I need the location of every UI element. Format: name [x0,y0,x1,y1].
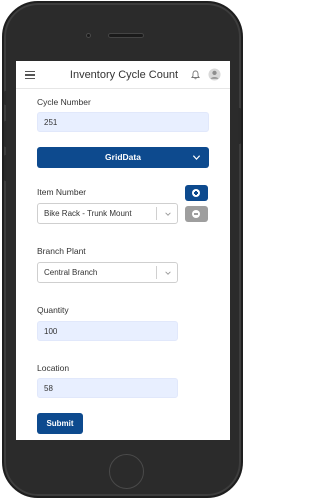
chevron-down-icon [165,271,171,275]
branch-plant-label: Branch Plant [37,246,86,256]
griddata-label: GridData [105,152,141,162]
cycle-number-label: Cycle Number [37,97,91,107]
location-label: Location [37,363,70,373]
user-avatar-icon[interactable] [208,68,221,81]
item-number-value: Bike Rack - Trunk Mount [44,209,132,218]
app-screen: Inventory Cycle Count Cycle Number 251 G… [16,61,230,440]
remove-item-button[interactable] [185,206,208,222]
hamburger-menu-icon[interactable] [25,71,35,79]
chevron-down-icon [165,212,171,216]
phone-volume-up-button [4,121,7,147]
plus-icon [192,189,200,197]
griddata-dropdown-button[interactable]: GridData [37,147,209,168]
bell-icon[interactable] [191,70,200,80]
phone-side-button [4,91,7,105]
branch-plant-value: Central Branch [44,268,98,277]
add-item-button[interactable] [185,185,208,201]
form-content: Cycle Number 251 GridData Item Number Bi… [16,89,230,440]
select-divider [156,207,157,220]
branch-plant-select[interactable]: Central Branch [37,262,178,283]
page-title: Inventory Cycle Count [69,69,179,81]
chevron-down-icon [192,155,201,160]
phone-power-button [238,108,241,144]
item-number-label: Item Number [37,187,87,197]
select-divider [156,266,157,279]
front-camera [86,33,91,38]
quantity-input[interactable]: 100 [37,321,178,341]
cycle-number-input[interactable]: 251 [37,112,209,132]
submit-button[interactable]: Submit [37,413,83,434]
quantity-label: Quantity [37,305,69,315]
minus-icon [192,210,200,218]
location-input[interactable]: 58 [37,378,178,398]
app-header: Inventory Cycle Count [16,61,230,89]
phone-volume-down-button [4,155,7,181]
item-number-select[interactable]: Bike Rack - Trunk Mount [37,203,178,224]
home-button[interactable] [109,454,144,489]
earpiece-speaker [108,33,144,38]
